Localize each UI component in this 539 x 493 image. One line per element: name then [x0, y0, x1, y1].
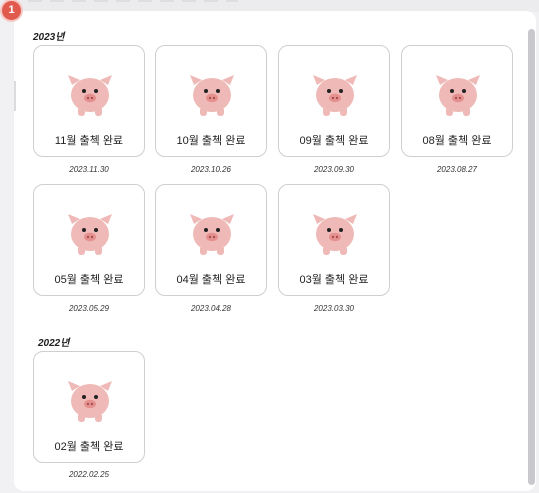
pig-icon: [190, 75, 234, 116]
pig-icon: [68, 75, 112, 116]
year-heading-2023: 2023년: [33, 32, 65, 43]
header-text-remnant: [28, 0, 238, 2]
stamp-date: 2023.04.28: [190, 304, 232, 313]
stamp-label: 04월 출첵 완료: [176, 274, 246, 286]
stamp-card[interactable]: 02월 출첵 완료: [33, 351, 145, 463]
stamp-date: 2023.11.30: [69, 165, 109, 174]
notification-badge: 1: [2, 1, 21, 20]
stamp-date: 2023.10.26: [190, 165, 232, 174]
year-heading-2022: 2022년: [38, 338, 70, 349]
pig-icon: [436, 75, 480, 116]
pig-icon: [313, 214, 357, 255]
stamp-label: 03월 출첵 완료: [299, 274, 369, 286]
stamp-card[interactable]: 11월 출첵 완료: [33, 45, 145, 157]
scrollbar[interactable]: [528, 29, 535, 485]
pig-icon: [190, 214, 234, 255]
stamp-card[interactable]: 05월 출첵 완료: [33, 184, 145, 296]
stamp-label: 08월 출첵 완료: [422, 135, 492, 147]
stamp-date: 2023.03.30: [313, 304, 355, 313]
stamp-date: 2023.09.30: [313, 165, 355, 174]
panel-edge: [14, 81, 16, 111]
stamp-label: 10월 출첵 완료: [176, 135, 246, 147]
stamp-card[interactable]: 08월 출첵 완료: [401, 45, 513, 157]
stamp-card[interactable]: 09월 출첵 완료: [278, 45, 390, 157]
stamp-card[interactable]: 04월 출첵 완료: [155, 184, 267, 296]
pig-icon: [68, 381, 112, 422]
stamp-date: 2023.08.27: [436, 165, 478, 174]
stamp-label: 11월 출첵 완료: [54, 135, 124, 147]
stamp-label: 05월 출첵 완료: [54, 274, 124, 286]
pig-icon: [68, 214, 112, 255]
stamp-date: 2022.02.25: [68, 470, 110, 479]
attendance-panel: 2023년 11월 출첵 완료 2023.11.30 10월 출첵 완료 202…: [14, 11, 536, 491]
pig-icon: [313, 75, 357, 116]
stamp-date: 2023.05.29: [68, 304, 110, 313]
stamp-card[interactable]: 10월 출첵 완료: [155, 45, 267, 157]
stamp-card[interactable]: 03월 출첵 완료: [278, 184, 390, 296]
stamp-label: 09월 출첵 완료: [299, 135, 369, 147]
stamp-label: 02월 출첵 완료: [54, 441, 124, 453]
